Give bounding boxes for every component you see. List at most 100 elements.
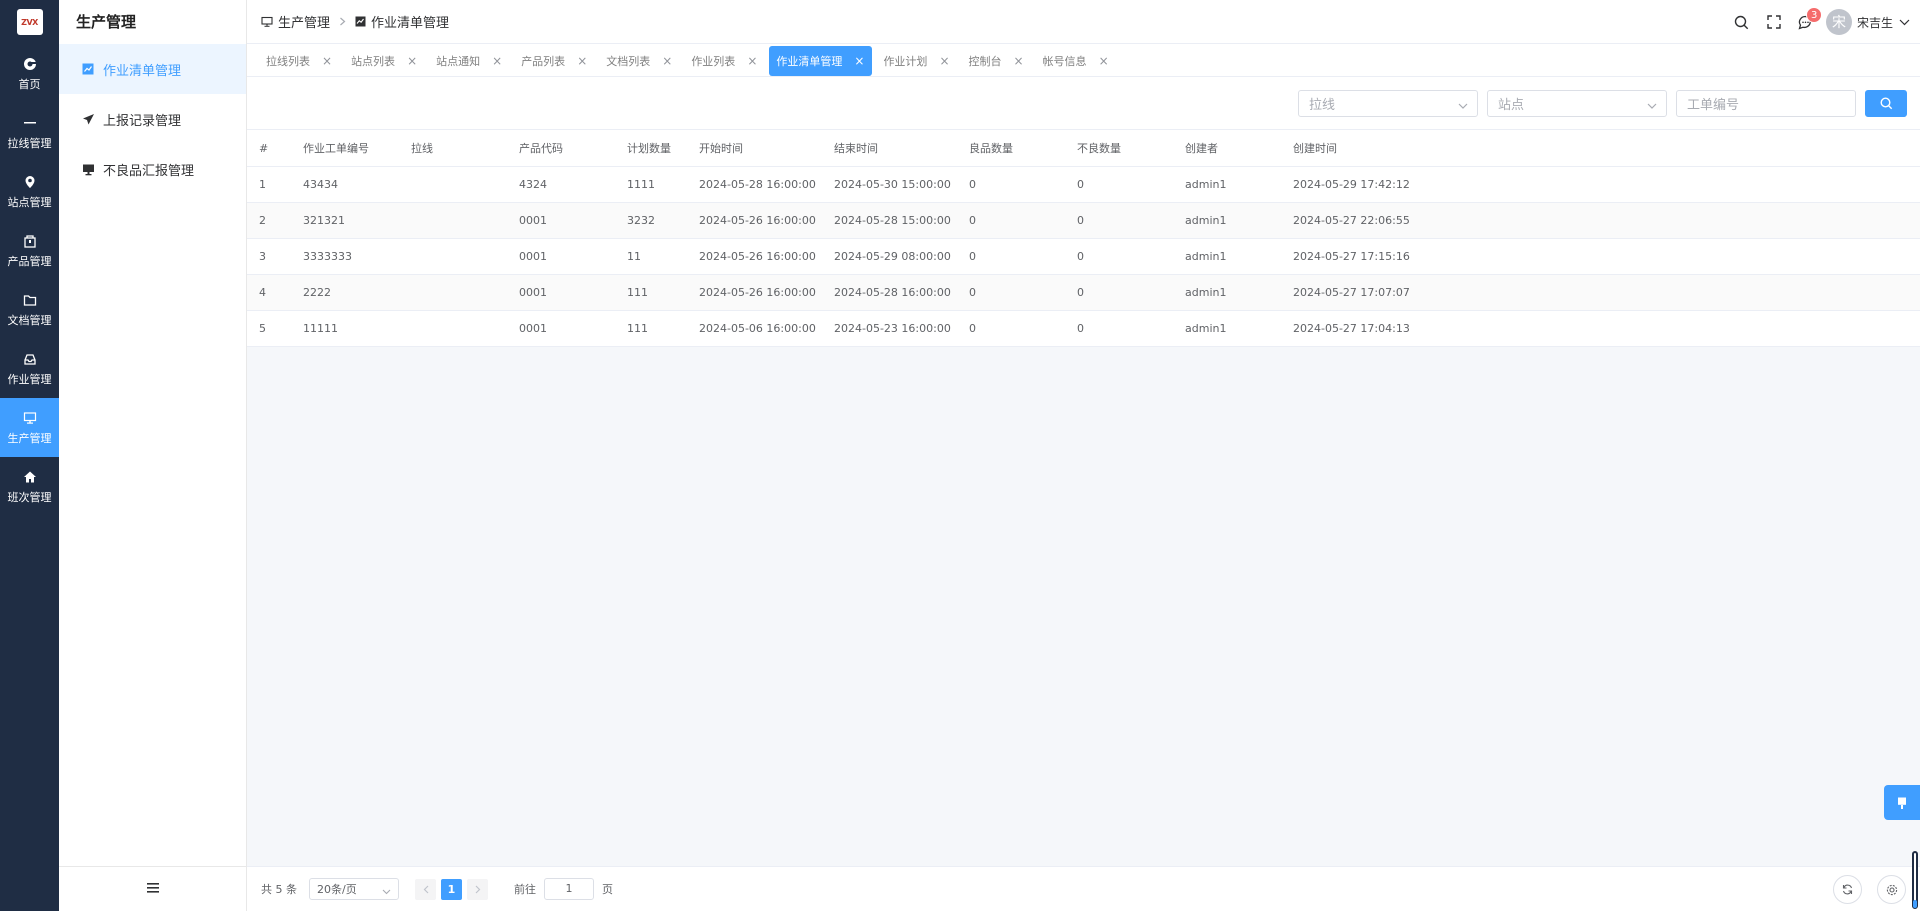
goto-label: 前往: [514, 883, 536, 896]
tab-station-list[interactable]: 站点列表 ×: [344, 46, 425, 76]
close-icon[interactable]: ×: [1099, 54, 1109, 68]
search-icon[interactable]: [1726, 15, 1758, 30]
table-row[interactable]: 5 11111 0001 111 2024-05-06 16:00:00 2024-05-…: [247, 310, 1920, 347]
column-header: 计划数量: [615, 131, 687, 167]
minus-icon: [23, 115, 37, 131]
table-row[interactable]: 2 321321 0001 3232 2024-05-26 16:00:00 2024-0…: [247, 202, 1920, 239]
order-number-input[interactable]: 工单编号: [1676, 90, 1856, 117]
table-cell: 0: [1065, 238, 1173, 275]
close-icon[interactable]: ×: [322, 54, 332, 68]
table-cell: [399, 202, 507, 239]
search-button[interactable]: [1865, 90, 1907, 117]
chevron-down-icon: [1647, 99, 1657, 114]
table-cell: 0001: [507, 238, 615, 275]
tab-label: 作业列表: [691, 54, 736, 68]
close-icon[interactable]: ×: [492, 54, 502, 68]
close-icon[interactable]: ×: [577, 54, 587, 68]
submenu-item-job-list[interactable]: 作业清单管理: [59, 44, 246, 94]
table-cell: 0: [957, 310, 1065, 347]
submenu-item-label: 上报记录管理: [103, 113, 182, 129]
table-cell: 2024-05-27 17:07:07: [1281, 274, 1920, 311]
tab-job-order-management[interactable]: 作业清单管理 ×: [769, 45, 873, 76]
close-icon[interactable]: ×: [854, 54, 864, 68]
refresh-button[interactable]: [1833, 875, 1862, 904]
collapse-menu-button[interactable]: [59, 866, 247, 911]
tab-label: 文档列表: [606, 54, 651, 68]
table-cell: 0001: [507, 202, 615, 239]
submenu-item-report-records[interactable]: 上报记录管理: [59, 94, 246, 144]
settings-button[interactable]: [1877, 875, 1906, 904]
table-cell: 1: [247, 166, 291, 203]
rail-item-label: 站点管理: [7, 195, 52, 209]
message-icon[interactable]: 3: [1790, 6, 1823, 30]
header-actions: 3 宋 宋吉生: [1726, 0, 1910, 44]
breadcrumb-item[interactable]: 生产管理: [261, 12, 330, 31]
table-cell: 2024-05-29 17:42:12: [1281, 166, 1920, 203]
tab-job-plan[interactable]: 作业计划 ×: [876, 46, 957, 76]
close-icon[interactable]: ×: [747, 54, 757, 68]
rail-item-shifts[interactable]: 班次管理: [0, 457, 59, 516]
breadcrumb-item: 作业清单管理: [355, 12, 449, 31]
app-logo[interactable]: ZVX: [0, 0, 59, 44]
rail-item-home[interactable]: 首页: [0, 44, 59, 103]
table-cell: 2024-05-26 16:00:00: [687, 238, 822, 275]
username[interactable]: 宋吉生: [1857, 14, 1893, 31]
tab-label: 站点列表: [351, 54, 396, 68]
submenu-item-label: 作业清单管理: [103, 63, 182, 79]
tab-station-notice[interactable]: 站点通知 ×: [429, 46, 510, 76]
close-icon[interactable]: ×: [1014, 54, 1024, 68]
tab-line-list[interactable]: 拉线列表 ×: [259, 46, 340, 76]
table-cell: 3232: [615, 202, 687, 239]
close-icon[interactable]: ×: [662, 54, 672, 68]
chart-icon: [81, 62, 95, 76]
tab-console[interactable]: 控制台 ×: [962, 46, 1032, 76]
send-icon: [81, 112, 95, 126]
page-size-select[interactable]: 20条/页: [309, 878, 399, 900]
page-size-value: 20条/页: [317, 883, 357, 896]
tab-account-info[interactable]: 帐号信息 ×: [1036, 46, 1117, 76]
station-select[interactable]: 站点: [1487, 90, 1667, 117]
tab-product-list[interactable]: 产品列表 ×: [514, 46, 595, 76]
close-icon[interactable]: ×: [939, 54, 949, 68]
table-cell: 2: [247, 202, 291, 239]
table-cell: 2024-05-29 08:00:00: [822, 238, 957, 275]
notification-badge: 3: [1805, 6, 1823, 23]
tab-label: 作业清单管理: [776, 54, 843, 68]
rail-item-stations[interactable]: 站点管理: [0, 162, 59, 221]
rail-item-lines[interactable]: 拉线管理: [0, 103, 59, 162]
table-cell: 0: [1065, 274, 1173, 311]
table-row[interactable]: 1 43434 4324 1111 2024-05-28 16:00:00 2024-05…: [247, 166, 1920, 203]
tab-job-list[interactable]: 作业列表 ×: [684, 46, 765, 76]
table-cell: 2024-05-28 16:00:00: [822, 274, 957, 311]
submenu-item-defect-report[interactable]: 不良品汇报管理: [59, 144, 246, 194]
table-cell: 111: [615, 274, 687, 311]
table-row[interactable]: 3 3333333 0001 11 2024-05-26 16:00:00 2024-05…: [247, 238, 1920, 275]
close-icon[interactable]: ×: [407, 54, 417, 68]
chevron-down-icon[interactable]: [1899, 19, 1910, 26]
rail-item-jobs[interactable]: 作业管理: [0, 339, 59, 398]
rail-item-documents[interactable]: 文档管理: [0, 280, 59, 339]
next-page-button[interactable]: [467, 878, 488, 900]
brush-icon: [1898, 797, 1906, 809]
goto-page-input[interactable]: 1: [544, 878, 594, 900]
fullscreen-icon[interactable]: [1758, 15, 1790, 29]
search-icon: [1879, 97, 1892, 110]
search-bar: 拉线 站点 工单编号: [247, 78, 1920, 130]
tab-document-list[interactable]: 文档列表 ×: [599, 46, 680, 76]
table-cell: 0: [1065, 202, 1173, 239]
rail-item-products[interactable]: 产品管理: [0, 221, 59, 280]
table-row[interactable]: 4 2222 0001 111 2024-05-26 16:00:00 2024-05-2…: [247, 274, 1920, 311]
floating-tool-button[interactable]: [1884, 785, 1920, 820]
rail-item-label: 生产管理: [7, 431, 52, 445]
avatar[interactable]: 宋: [1825, 9, 1852, 35]
rail-item-production[interactable]: 生产管理: [0, 398, 59, 457]
table-cell: 4324: [507, 166, 615, 203]
pagination-bar: 共 5 条 20条/页 1 前往 1 页: [247, 866, 1920, 911]
table-cell: 4: [247, 274, 291, 311]
prev-page-button[interactable]: [415, 878, 436, 900]
scroll-indicator[interactable]: [1912, 851, 1918, 909]
column-header: 拉线: [399, 131, 507, 167]
table-cell: 11: [615, 238, 687, 275]
page-number-button[interactable]: 1: [441, 878, 462, 900]
line-select[interactable]: 拉线: [1298, 90, 1478, 117]
